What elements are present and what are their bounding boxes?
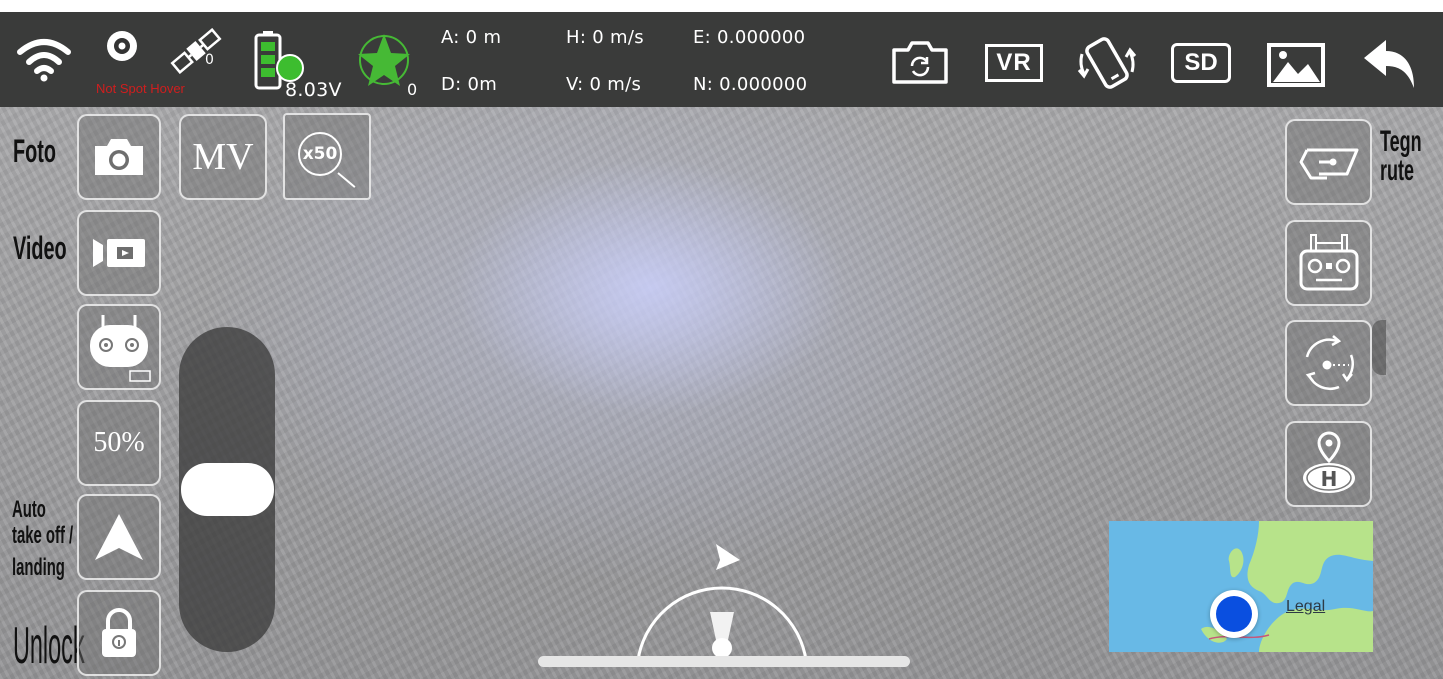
gravity-sensor-icon[interactable] [1074,32,1140,94]
auto-label-line3: landing [12,554,65,581]
lock-icon [102,608,136,657]
top-status-bar: Not Spot Hover 0 8.03V 0 A: 0 m D: 0m H:… [0,12,1443,107]
heading-indicator [636,544,808,661]
speed-button[interactable]: 50% [77,400,161,486]
draw-route-icon [1299,148,1358,180]
vr-mode-button[interactable]: VR [985,44,1043,82]
mini-map[interactable]: Legal [1109,521,1373,652]
orbit-icon [1305,335,1354,391]
gps-satellite-count: 0 [205,52,214,68]
circle-fly-button[interactable] [1285,320,1372,406]
throttle-slider-thumb[interactable] [181,463,274,516]
battery-voltage: 8.03V [285,79,342,101]
return-home-button[interactable]: H [1285,421,1372,507]
wifi-signal-icon [17,39,71,82]
sd-card-button[interactable]: SD [1171,43,1231,83]
video-label: Video [13,230,67,266]
photo-button[interactable] [77,114,161,200]
switch-camera-icon[interactable] [890,38,950,86]
signal-star-icon [358,34,410,86]
remote-controller-button[interactable] [77,304,161,390]
mv-label: MV [192,136,254,178]
hover-mode-text: Not Spot Hover [96,81,185,96]
north-coordinate-readout: N: 0.000000 [693,74,808,95]
speed-value: 50% [93,427,145,458]
auto-label-line2: take off / [12,522,74,549]
auto-label-line1: Auto [12,496,46,523]
zoom-magnifier-icon: x50 [292,126,362,188]
side-panel-handle[interactable] [1372,320,1386,375]
camera-icon [95,139,143,175]
mv-button[interactable]: MV [179,114,267,200]
unlock-label: Unlock [13,617,85,675]
draw-route-button[interactable] [1285,119,1372,205]
controller-face-icon [90,315,151,382]
signal-count: 0 [407,80,418,99]
zoom-value: x50 [302,143,338,164]
vertical-speed-readout: V: 0 m/s [566,74,642,95]
joystick-mode-button[interactable] [1285,220,1372,306]
video-button[interactable] [77,210,161,296]
heading-arrow-icon [716,544,740,570]
east-coordinate-readout: E: 0.000000 [693,27,806,48]
takeoff-arrow-icon [95,514,143,560]
home-location-icon: H [1302,431,1355,493]
foto-label: Foto [13,133,56,169]
gallery-icon[interactable] [1266,42,1326,88]
video-camera-icon [93,239,145,267]
svg-text:H: H [1320,467,1337,491]
satellite-icon [170,28,222,74]
distance-readout: D: 0m [441,74,498,95]
sd-label: SD [1184,49,1218,76]
draw-route-label-line2: rute [1380,154,1415,187]
vr-label: VR [996,49,1032,76]
map-legal-link[interactable]: Legal [1286,598,1325,616]
remote-control-icon [1299,234,1358,291]
spot-hover-icon [107,31,137,61]
back-arrow-icon[interactable] [1362,38,1418,92]
current-location-marker [1210,590,1258,638]
auto-takeoff-landing-button[interactable] [77,494,161,580]
home-indicator [538,656,910,667]
zoom-button[interactable]: x50 [283,113,371,200]
horizontal-speed-readout: H: 0 m/s [566,27,644,48]
unlock-button[interactable] [77,590,161,676]
draw-route-label-line1: Tegn [1380,125,1422,158]
altitude-readout: A: 0 m [441,27,502,48]
